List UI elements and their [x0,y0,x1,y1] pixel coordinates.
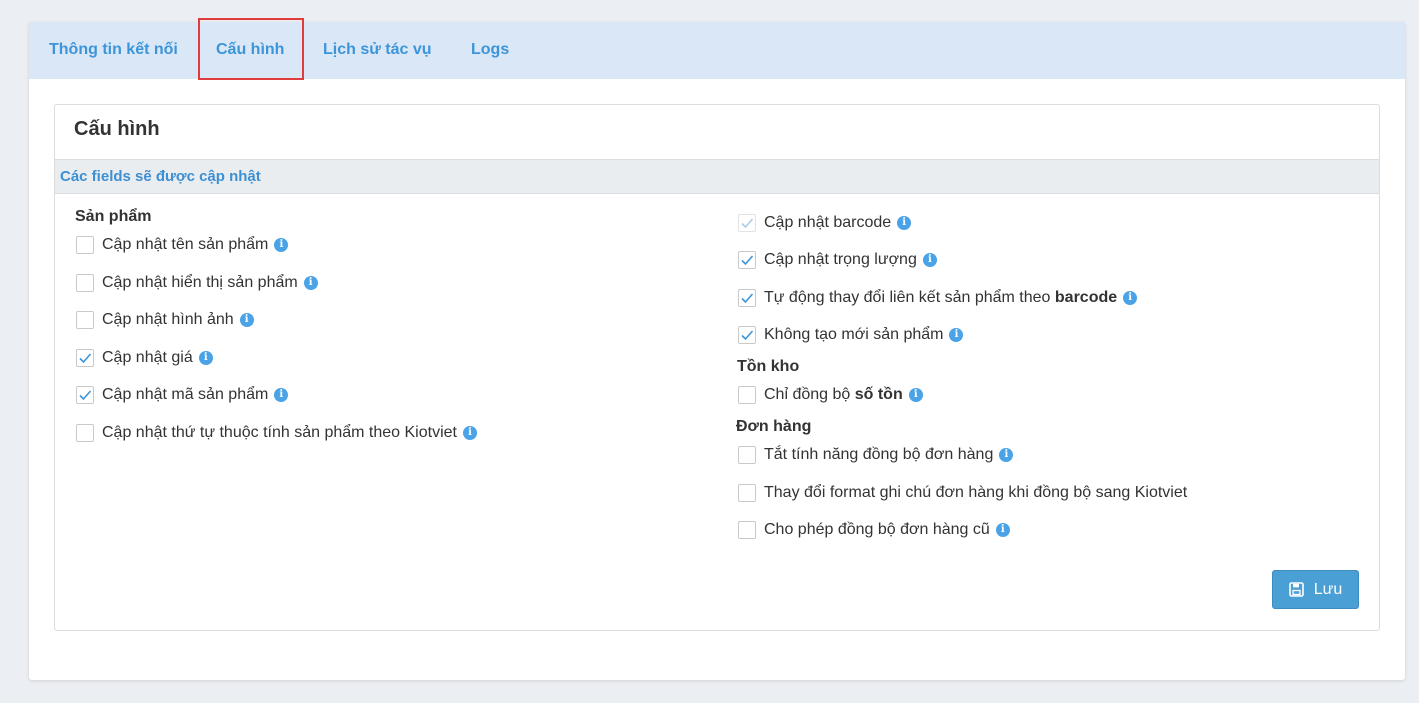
option-label: Cập nhật hình ảnh [102,311,234,328]
section-header-label: Các fields sẽ được cập nhật [60,168,261,185]
checkbox[interactable] [76,274,94,292]
info-icon[interactable]: i [239,313,254,327]
info-icon[interactable]: i [462,426,477,440]
option-update-attribute-order[interactable]: Cập nhật thứ tự thuộc tính sản phẩm theo… [76,422,477,444]
option-label: Cho phép đồng bộ đơn hàng cũ [764,521,990,538]
option-sync-stock-only[interactable]: Chỉ đồng bộ số tồn i [738,384,923,406]
floppy-disk-icon [1288,582,1304,597]
checkbox[interactable] [738,446,756,464]
info-icon[interactable]: i [274,388,289,402]
option-label: Tự động thay đổi liên kết sản phẩm theo … [764,289,1117,307]
option-label: Cập nhật giá [102,349,193,366]
option-disable-order-sync[interactable]: Tắt tính năng đồng bộ đơn hàng i [738,444,1014,466]
checkmark-icon [741,255,754,266]
config-card: Thông tin kết nối Cấu hình Lịch sử tác v… [29,18,1405,680]
option-update-product-display[interactable]: Cập nhật hiển thị sản phẩm i [76,272,318,294]
option-allow-old-order-sync[interactable]: Cho phép đồng bộ đơn hàng cũ i [738,519,1010,541]
option-label: Cập nhật mã sản phẩm [102,386,269,403]
info-icon[interactable]: i [897,216,912,230]
info-icon[interactable]: i [999,448,1014,462]
checkbox[interactable] [76,311,94,329]
info-icon[interactable]: i [274,238,289,252]
checkbox[interactable] [76,424,94,442]
option-label: Cập nhật barcode [764,214,892,231]
checkbox[interactable] [76,236,94,254]
option-update-weight[interactable]: Cập nhật trọng lượng i [738,249,937,271]
info-icon[interactable]: i [303,276,318,290]
option-update-barcode[interactable]: Cập nhật barcode i [738,212,912,234]
save-button[interactable]: Lưu [1272,570,1359,609]
save-button-label: Lưu [1313,580,1343,598]
info-icon[interactable]: i [949,328,964,342]
checkbox-checked-disabled[interactable] [738,214,756,232]
checkbox[interactable] [738,386,756,404]
panel-title: Cấu hình [74,118,160,140]
group-title-stock: Tồn kho [737,358,800,375]
group-title-orders: Đơn hàng [736,418,812,435]
option-update-price[interactable]: Cập nhật giá i [76,347,213,369]
option-no-create-product[interactable]: Không tạo mới sản phẩm i [738,324,964,346]
option-change-note-format[interactable]: Thay đổi format ghi chú đơn hàng khi đồn… [738,482,1187,504]
checkbox-checked[interactable] [738,326,756,344]
option-label: Tắt tính năng đồng bộ đơn hàng [764,446,994,463]
tab-task-history[interactable]: Lịch sử tác vụ [323,22,432,79]
option-update-images[interactable]: Cập nhật hình ảnh i [76,309,254,331]
config-panel: Cấu hình Các fields sẽ được cập nhật Sản… [54,104,1380,631]
checkbox-checked[interactable] [738,289,756,307]
checkmark-icon [79,353,92,364]
info-icon[interactable]: i [1123,291,1138,305]
option-label: Thay đổi format ghi chú đơn hàng khi đồn… [764,484,1188,501]
tab-connection-info[interactable]: Thông tin kết nối [49,22,178,79]
tab-logs[interactable]: Logs [471,22,509,79]
checkbox-checked[interactable] [76,386,94,404]
checkmark-icon [741,330,754,341]
option-label-text: Tự động thay đổi liên kết sản phẩm theo [764,289,1055,306]
option-auto-link-by-barcode[interactable]: Tự động thay đổi liên kết sản phẩm theo … [738,287,1138,309]
section-header: Các fields sẽ được cập nhật [55,159,1379,194]
info-icon[interactable]: i [908,388,923,402]
option-label-bold: barcode [1054,289,1118,306]
tab-bar: Thông tin kết nối Cấu hình Lịch sử tác v… [29,18,1405,80]
checkbox[interactable] [738,521,756,539]
option-update-sku[interactable]: Cập nhật mã sản phẩm i [76,384,289,406]
info-icon[interactable]: i [198,351,213,365]
checkmark-icon [741,218,754,229]
checkbox-checked[interactable] [738,251,756,269]
checkmark-icon [741,293,754,304]
option-label: Cập nhật trọng lượng [764,251,917,268]
tab-configuration[interactable]: Cấu hình [216,22,284,79]
option-label: Không tạo mới sản phẩm [764,326,944,343]
info-icon[interactable]: i [995,523,1010,537]
info-icon[interactable]: i [922,253,937,267]
option-label: Cập nhật tên sản phẩm [102,236,269,253]
group-title-products: Sản phẩm [75,208,152,225]
option-label: Chỉ đồng bộ số tồn [764,386,903,404]
option-label: Cập nhật hiển thị sản phẩm [102,274,298,291]
checkbox[interactable] [738,484,756,502]
option-label-text: Chỉ đồng bộ [764,386,855,403]
option-label: Cập nhật thứ tự thuộc tính sản phẩm theo… [102,424,457,441]
checkmark-icon [79,390,92,401]
checkbox-checked[interactable] [76,349,94,367]
option-update-product-name[interactable]: Cập nhật tên sản phẩm i [76,234,289,256]
option-label-bold: số tồn [854,386,903,403]
